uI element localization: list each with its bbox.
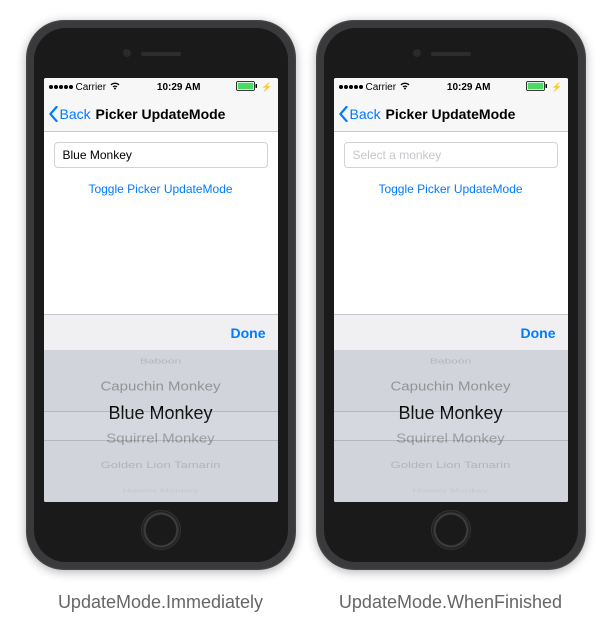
picker-item[interactable]: Howler Monkey	[413, 485, 489, 498]
picker-item[interactable]: Baboon	[430, 353, 471, 369]
picker-item-selected[interactable]: Blue Monkey	[108, 400, 212, 426]
done-button[interactable]: Done	[521, 325, 556, 341]
signal-icon	[49, 85, 73, 89]
phone-camera	[123, 49, 131, 57]
picker-item[interactable]: Golden Lion Tamarin	[101, 456, 221, 474]
picker-item[interactable]: Squirrel Monkey	[106, 428, 214, 450]
done-button[interactable]: Done	[231, 325, 266, 341]
wifi-icon	[399, 81, 411, 93]
charging-icon: ⚡	[551, 82, 562, 93]
monkey-input[interactable]: Blue Monkey	[54, 142, 268, 168]
monkey-input[interactable]: Select a monkey	[344, 142, 558, 168]
caption-left: UpdateMode.Immediately	[58, 592, 263, 613]
picker-item[interactable]: Baboon	[140, 353, 181, 369]
back-button[interactable]: Back	[338, 106, 381, 122]
battery-icon	[236, 81, 258, 94]
status-left: Carrier	[49, 81, 122, 93]
picker-panel: Done Baboon Capuchin Monkey Blue Monkey …	[44, 314, 278, 502]
phone-speaker	[431, 52, 471, 56]
picker-toolbar: Done	[44, 314, 278, 350]
chevron-left-icon	[338, 106, 349, 122]
status-bar: Carrier 10:29 AM ⚡	[334, 78, 568, 96]
toggle-update-mode-button[interactable]: Toggle Picker UpdateMode	[88, 182, 232, 196]
picker-item[interactable]: Capuchin Monkey	[390, 376, 510, 398]
status-right: ⚡	[526, 81, 562, 94]
nav-bar: Back Picker UpdateMode	[334, 96, 568, 132]
picker-item[interactable]: Howler Monkey	[123, 485, 199, 498]
phone-frame-right: Carrier 10:29 AM ⚡	[316, 20, 586, 570]
phone-left-col: Carrier 10:29 AM ⚡	[26, 20, 296, 613]
status-time: 10:29 AM	[447, 82, 491, 93]
phone-inner-left: Carrier 10:29 AM ⚡	[34, 28, 288, 562]
battery-icon	[526, 81, 548, 94]
status-time: 10:29 AM	[157, 82, 201, 93]
carrier-label: Carrier	[366, 82, 397, 93]
home-button[interactable]	[431, 510, 471, 550]
picker-panel: Done Baboon Capuchin Monkey Blue Monkey …	[334, 314, 568, 502]
picker-item[interactable]: Capuchin Monkey	[100, 376, 220, 398]
phone-speaker	[141, 52, 181, 56]
phone-camera	[413, 49, 421, 57]
phones-row: Carrier 10:29 AM ⚡	[26, 20, 586, 613]
toggle-update-mode-button[interactable]: Toggle Picker UpdateMode	[378, 182, 522, 196]
monkey-picker[interactable]: Baboon Capuchin Monkey Blue Monkey Squir…	[44, 350, 278, 502]
wifi-icon	[109, 81, 121, 93]
status-right: ⚡	[236, 81, 272, 94]
picker-items: Baboon Capuchin Monkey Blue Monkey Squir…	[44, 350, 278, 502]
picker-item[interactable]: Golden Lion Tamarin	[391, 456, 511, 474]
phone-inner-right: Carrier 10:29 AM ⚡	[324, 28, 578, 562]
charging-icon: ⚡	[261, 82, 272, 93]
phone-frame-left: Carrier 10:29 AM ⚡	[26, 20, 296, 570]
picker-toolbar: Done	[334, 314, 568, 350]
back-button[interactable]: Back	[48, 106, 91, 122]
back-label: Back	[60, 106, 91, 122]
monkey-picker[interactable]: Baboon Capuchin Monkey Blue Monkey Squir…	[334, 350, 568, 502]
home-button[interactable]	[141, 510, 181, 550]
signal-icon	[339, 85, 363, 89]
screen-left: Carrier 10:29 AM ⚡	[44, 78, 278, 502]
page-title: Picker UpdateMode	[386, 106, 516, 122]
status-left: Carrier	[339, 81, 412, 93]
picker-item[interactable]: Squirrel Monkey	[396, 428, 504, 450]
screen-right: Carrier 10:29 AM ⚡	[334, 78, 568, 502]
picker-item-selected[interactable]: Blue Monkey	[398, 400, 502, 426]
status-bar: Carrier 10:29 AM ⚡	[44, 78, 278, 96]
nav-bar: Back Picker UpdateMode	[44, 96, 278, 132]
back-label: Back	[350, 106, 381, 122]
caption-right: UpdateMode.WhenFinished	[339, 592, 562, 613]
carrier-label: Carrier	[76, 82, 107, 93]
picker-items: Baboon Capuchin Monkey Blue Monkey Squir…	[334, 350, 568, 502]
phone-right-col: Carrier 10:29 AM ⚡	[316, 20, 586, 613]
chevron-left-icon	[48, 106, 59, 122]
page-title: Picker UpdateMode	[96, 106, 226, 122]
